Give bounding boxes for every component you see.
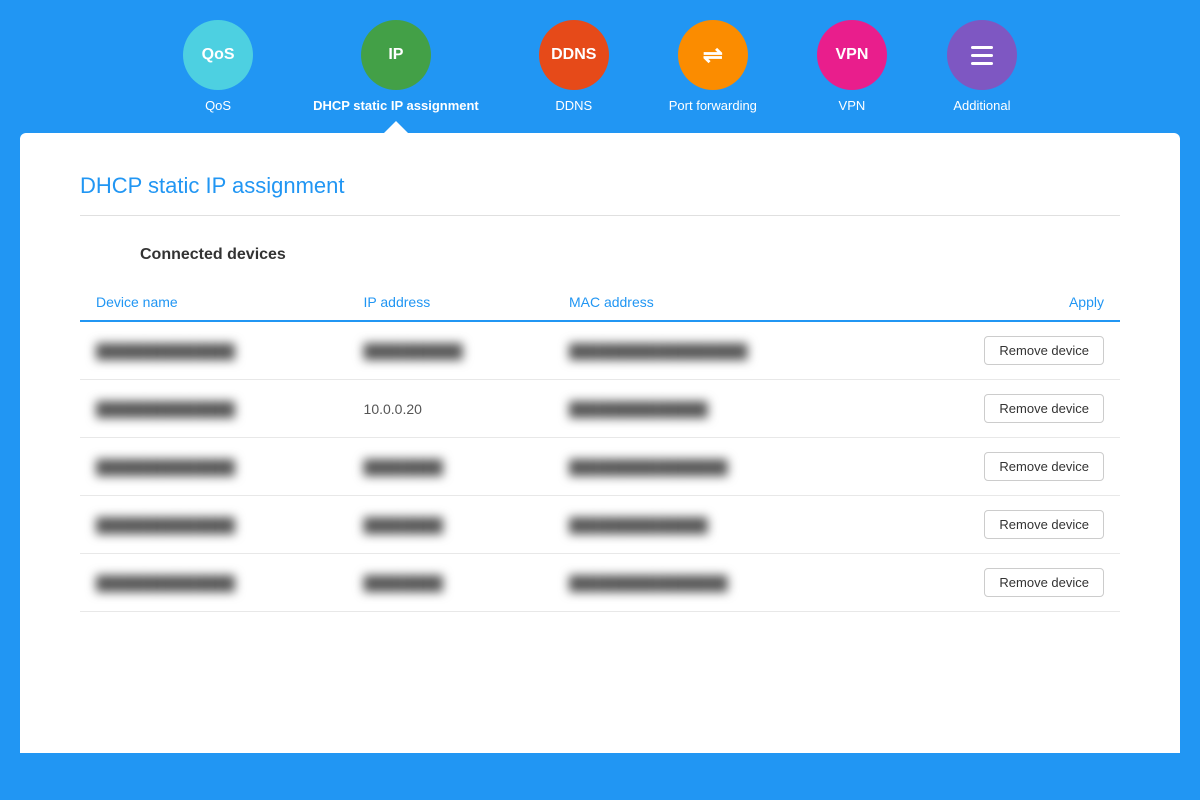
top-navigation: QoS QoS IP DHCP static IP assignment DDN… xyxy=(0,0,1200,133)
cell-device-name: ██████████████ xyxy=(80,438,348,496)
nav-item-ddns[interactable]: DDNS DDNS xyxy=(539,20,609,133)
cell-mac-address: ██████████████ xyxy=(553,380,883,438)
table-row: ██████████████ 10.0.0.20 ██████████████ … xyxy=(80,380,1120,438)
page-title: DHCP static IP assignment xyxy=(80,173,1120,199)
cell-ip-address: 10.0.0.20 xyxy=(348,380,553,438)
cell-mac-address: ██████████████ xyxy=(553,496,883,554)
nav-label-portfwd: Port forwarding xyxy=(669,98,757,113)
cell-action: Remove device xyxy=(883,554,1120,612)
cell-action: Remove device xyxy=(883,496,1120,554)
cell-mac-address: ████████████████ xyxy=(553,438,883,496)
nav-label-additional: Additional xyxy=(953,98,1010,113)
main-panel: DHCP static IP assignment Connected devi… xyxy=(20,133,1180,753)
ddns-icon: DDNS xyxy=(539,20,609,90)
cell-action: Remove device xyxy=(883,321,1120,380)
table-row: ██████████████ ████████ ██████████████ R… xyxy=(80,496,1120,554)
cell-ip-address: ██████████ xyxy=(348,321,553,380)
col-apply: Apply xyxy=(883,284,1120,321)
cell-action: Remove device xyxy=(883,438,1120,496)
cell-device-name: ██████████████ xyxy=(80,554,348,612)
table-header-row: Device name IP address MAC address Apply xyxy=(80,284,1120,321)
col-mac-address: MAC address xyxy=(553,284,883,321)
table-row: ██████████████ ████████ ████████████████… xyxy=(80,438,1120,496)
remove-device-button[interactable]: Remove device xyxy=(984,336,1104,365)
cell-ip-address: ████████ xyxy=(348,438,553,496)
qos-icon: QoS xyxy=(183,20,253,90)
nav-item-portfwd[interactable]: ⇌ Port forwarding xyxy=(669,20,757,133)
cell-ip-address: ████████ xyxy=(348,496,553,554)
remove-device-button[interactable]: Remove device xyxy=(984,510,1104,539)
remove-device-button[interactable]: Remove device xyxy=(984,568,1104,597)
cell-ip-address: ████████ xyxy=(348,554,553,612)
cell-mac-address: ██████████████████ xyxy=(553,321,883,380)
nav-label-vpn: VPN xyxy=(839,98,866,113)
col-device-name: Device name xyxy=(80,284,348,321)
table-row: ██████████████ ████████ ████████████████… xyxy=(80,554,1120,612)
remove-device-button[interactable]: Remove device xyxy=(984,452,1104,481)
nav-label-ip: DHCP static IP assignment xyxy=(313,98,479,113)
nav-label-qos: QoS xyxy=(205,98,231,113)
cell-device-name: ██████████████ xyxy=(80,380,348,438)
cell-device-name: ██████████████ xyxy=(80,496,348,554)
devices-table: Device name IP address MAC address Apply… xyxy=(80,284,1120,612)
nav-item-ip[interactable]: IP DHCP static IP assignment xyxy=(313,20,479,133)
nav-item-qos[interactable]: QoS QoS xyxy=(183,20,253,133)
col-ip-address: IP address xyxy=(348,284,553,321)
nav-label-ddns: DDNS xyxy=(555,98,592,113)
remove-device-button[interactable]: Remove device xyxy=(984,394,1104,423)
subsection-title: Connected devices xyxy=(140,246,1120,264)
vpn-icon: VPN xyxy=(817,20,887,90)
additional-icon xyxy=(947,20,1017,90)
cell-device-name: ██████████████ xyxy=(80,321,348,380)
portfwd-icon: ⇌ xyxy=(678,20,748,90)
section-divider xyxy=(80,215,1120,216)
cell-mac-address: ████████████████ xyxy=(553,554,883,612)
table-row: ██████████████ ██████████ ██████████████… xyxy=(80,321,1120,380)
cell-action: Remove device xyxy=(883,380,1120,438)
ip-icon: IP xyxy=(361,20,431,90)
nav-item-additional[interactable]: Additional xyxy=(947,20,1017,133)
nav-item-vpn[interactable]: VPN VPN xyxy=(817,20,887,133)
